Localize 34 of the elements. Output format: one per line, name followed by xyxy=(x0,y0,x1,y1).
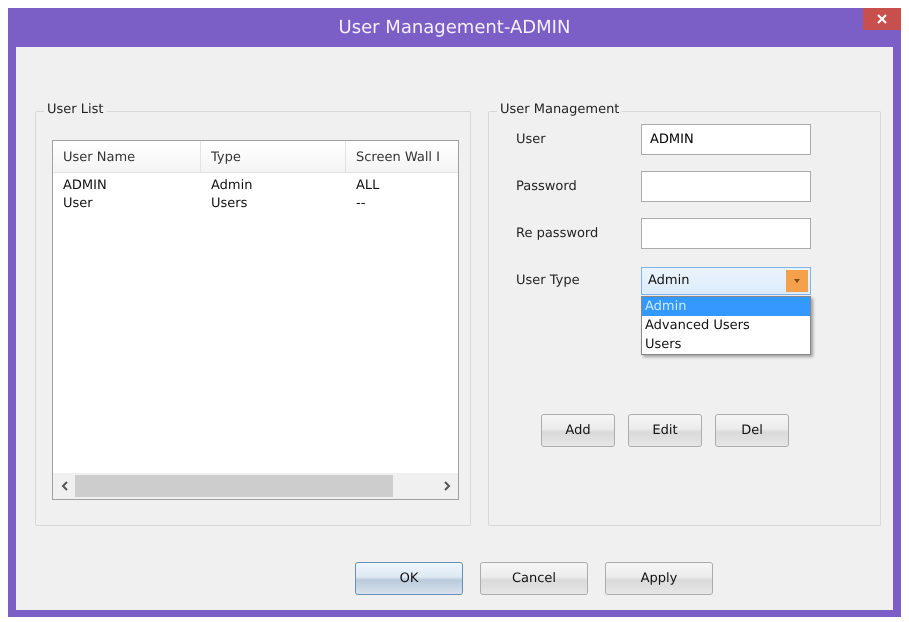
table-cell-text: ALL xyxy=(355,178,380,195)
field-label: User Type xyxy=(516,273,581,288)
scrollbar-thumb[interactable] xyxy=(75,475,393,497)
field-label: Password xyxy=(516,179,578,194)
caret-icon xyxy=(794,278,800,282)
action-button[interactable]: Del xyxy=(715,414,789,447)
column-header[interactable]: User Name xyxy=(53,141,201,172)
dialog-button[interactable]: Apply xyxy=(605,562,713,595)
dropdown-option[interactable]: Users xyxy=(642,334,810,354)
action-button[interactable]: Add xyxy=(541,414,615,447)
user-type-dropdown[interactable]: Admin xyxy=(641,266,811,294)
field-label: Re password xyxy=(516,226,600,241)
dialog-button[interactable]: Cancel xyxy=(480,562,588,595)
table-cell-text: -- xyxy=(355,196,366,213)
dialog-button[interactable]: OK xyxy=(355,562,463,595)
table-cell-text: Users xyxy=(210,196,248,213)
field-label: User xyxy=(516,132,547,147)
column-header[interactable]: Type xyxy=(201,141,346,172)
input-field[interactable]: ADMIN xyxy=(641,124,811,155)
column-header[interactable]: Screen Wall I xyxy=(346,141,458,172)
close-button[interactable] xyxy=(863,8,901,30)
action-button[interactable]: Edit xyxy=(628,414,702,447)
group-label: User Management xyxy=(497,102,622,117)
dropdown-value: Admin xyxy=(648,273,690,288)
input-field[interactable] xyxy=(641,218,811,249)
window-title: User Management-ADMIN xyxy=(338,17,570,38)
input-field[interactable] xyxy=(641,171,811,202)
table-cell-text: ADMIN xyxy=(62,178,108,195)
table-cell-text: User xyxy=(62,196,94,213)
table-cell-text: Admin xyxy=(210,178,254,195)
close-icon xyxy=(877,14,887,24)
horizontal-scrollbar[interactable] xyxy=(53,473,458,499)
dropdown-arrow-button[interactable] xyxy=(786,270,808,292)
dropdown-option[interactable]: Advanced Users xyxy=(642,316,810,334)
